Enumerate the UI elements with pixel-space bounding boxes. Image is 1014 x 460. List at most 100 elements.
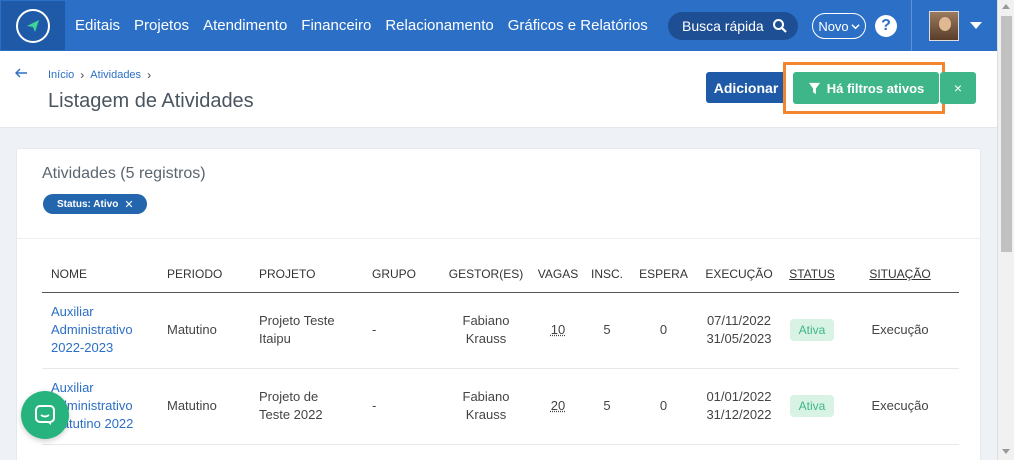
table-row: Auxiliar Administrativo Matutino 2022 Matu… — [42, 368, 959, 445]
cell-vagas[interactable]: 20 — [534, 368, 582, 445]
cell-execucao: 07/11/2022 31/05/2023 — [695, 292, 783, 369]
cell-grupo: - — [363, 368, 438, 445]
nav-item-relacionamento[interactable]: Relacionamento — [385, 17, 493, 34]
nav-item-financeiro[interactable]: Financeiro — [301, 17, 371, 34]
add-button[interactable]: Adicionar — [706, 72, 786, 103]
vagas-value[interactable]: 10 — [551, 322, 565, 337]
back-arrow-icon[interactable] — [13, 65, 29, 81]
col-gestor[interactable]: GESTOR(ES) — [438, 257, 534, 293]
cell-gestor: Fabiano Krauss — [438, 292, 534, 369]
chevron-down-icon — [851, 23, 860, 29]
cell-vagas[interactable]: 10 — [534, 292, 582, 369]
divider — [17, 238, 980, 239]
cell-projeto: Projeto de Teste 2022 — [250, 368, 363, 445]
name-line: 2022-2023 — [51, 340, 114, 355]
gestor-line: Krauss — [465, 331, 507, 346]
vagas-value[interactable]: 20 — [551, 398, 565, 413]
top-navbar: Editais Projetos Atendimento Financeiro … — [0, 0, 997, 51]
cell-nome[interactable]: Auxiliar Administrativo 2022-2023 — [42, 292, 158, 369]
col-status[interactable]: STATUS — [783, 257, 841, 293]
status-badge: Ativa — [789, 319, 835, 341]
cell-espera: 0 — [632, 368, 695, 445]
active-filters-label: Há filtros ativos — [826, 80, 925, 96]
execucao-line: 07/11/2022 — [706, 313, 772, 328]
table-row: Auxiliar Administrativo 2022-2023 Matutino… — [42, 292, 959, 369]
cell-grupo: - — [363, 292, 438, 369]
col-projeto[interactable]: PROJETO — [250, 257, 363, 293]
cell-status: Ativa — [783, 368, 841, 445]
col-status-label: STATUS — [789, 267, 835, 282]
cell-projeto: Projeto Teste Itaipu — [250, 292, 363, 369]
page-title: Listagem de Atividades — [48, 90, 254, 112]
breadcrumb: Início › Atividades › — [48, 68, 151, 82]
quick-search-input[interactable]: Busca rápida — [668, 12, 798, 40]
activity-name-link[interactable]: Auxiliar Administrativo 2022-2023 — [51, 304, 133, 355]
scrollbar-thumb[interactable] — [1001, 16, 1012, 252]
cell-insc: 5 — [582, 292, 632, 369]
clear-filters-button[interactable]: × — [940, 72, 976, 104]
scroll-down-icon[interactable] — [1002, 449, 1010, 454]
col-grupo[interactable]: GRUPO — [363, 257, 438, 293]
cell-periodo: Matutino — [158, 368, 250, 445]
activities-card: Atividades (5 registros) Status: Ativo ✕… — [16, 148, 981, 460]
col-nome[interactable]: NOME — [42, 257, 158, 293]
app-logo[interactable] — [1, 1, 65, 50]
name-line: Administrativo — [51, 322, 133, 337]
close-icon[interactable]: ✕ — [124, 198, 133, 211]
breadcrumb-separator: › — [147, 68, 152, 82]
col-vagas[interactable]: VAGAS — [534, 257, 582, 293]
nav-item-projetos[interactable]: Projetos — [134, 17, 189, 34]
execucao-line: 31/12/2022 — [706, 407, 772, 422]
caret-down-icon[interactable] — [970, 22, 982, 29]
status-filter-chip[interactable]: Status: Ativo ✕ — [43, 194, 147, 214]
projeto-line: Projeto de — [259, 389, 319, 404]
filter-icon — [808, 82, 820, 94]
breadcrumb-separator: › — [80, 68, 85, 82]
nav-item-editais[interactable]: Editais — [75, 17, 120, 34]
logo-icon — [16, 8, 50, 43]
chat-widget-button[interactable] — [21, 391, 69, 439]
avatar-face — [939, 17, 951, 31]
search-icon[interactable] — [772, 18, 788, 34]
col-execucao[interactable]: EXECUÇÃO — [695, 257, 783, 293]
col-situacao[interactable]: SITUAÇÃO — [841, 257, 959, 293]
projeto-line: Teste 2022 — [259, 407, 323, 422]
activities-table: NOME PERIODO PROJETO GRUPO GESTOR(ES) VA… — [42, 257, 959, 445]
active-filters-button[interactable]: Há filtros ativos — [793, 72, 939, 104]
cell-insc: 5 — [582, 368, 632, 445]
cell-execucao: 01/01/2022 31/12/2022 — [695, 368, 783, 445]
breadcrumb-atividades[interactable]: Atividades — [90, 69, 141, 81]
col-periodo[interactable]: PERIODO — [158, 257, 250, 293]
name-line: Auxiliar — [51, 304, 94, 319]
chat-icon — [35, 405, 55, 425]
projeto-line: Projeto Teste — [259, 313, 335, 328]
scroll-up-icon[interactable] — [1002, 4, 1010, 9]
projeto-line: Itaipu — [259, 331, 291, 346]
novo-label: Novo — [818, 18, 849, 34]
breadcrumb-inicio[interactable]: Início — [48, 69, 74, 81]
col-insc[interactable]: INSC. — [582, 257, 632, 293]
quick-search-label: Busca rápida — [682, 18, 764, 34]
gestor-line: Fabiano — [462, 389, 510, 404]
cell-periodo: Matutino — [158, 292, 250, 369]
cell-status: Ativa — [783, 292, 841, 369]
nav-item-graficos-relatorios[interactable]: Gráficos e Relatórios — [508, 17, 648, 34]
help-icon[interactable]: ? — [875, 15, 897, 37]
card-title: Atividades (5 registros) — [42, 165, 206, 182]
vertical-scrollbar[interactable] — [997, 0, 1014, 460]
help-label: ? — [881, 17, 891, 34]
avatar[interactable] — [929, 11, 959, 41]
cell-gestor: Fabiano Krauss — [438, 368, 534, 445]
novo-dropdown-button[interactable]: Novo — [812, 13, 866, 39]
gestor-line: Krauss — [465, 407, 507, 422]
execucao-line: 01/01/2022 — [706, 389, 772, 404]
cell-espera: 0 — [632, 292, 695, 369]
gestor-line: Fabiano — [462, 313, 510, 328]
chip-label: Status: Ativo — [57, 198, 119, 210]
col-situacao-label: SITUAÇÃO — [869, 267, 931, 282]
cell-situacao: Execução — [841, 292, 959, 369]
cell-situacao: Execução — [841, 368, 959, 445]
status-badge: Ativa — [789, 395, 835, 417]
nav-item-atendimento[interactable]: Atendimento — [203, 17, 287, 34]
col-espera[interactable]: ESPERA — [632, 257, 695, 293]
